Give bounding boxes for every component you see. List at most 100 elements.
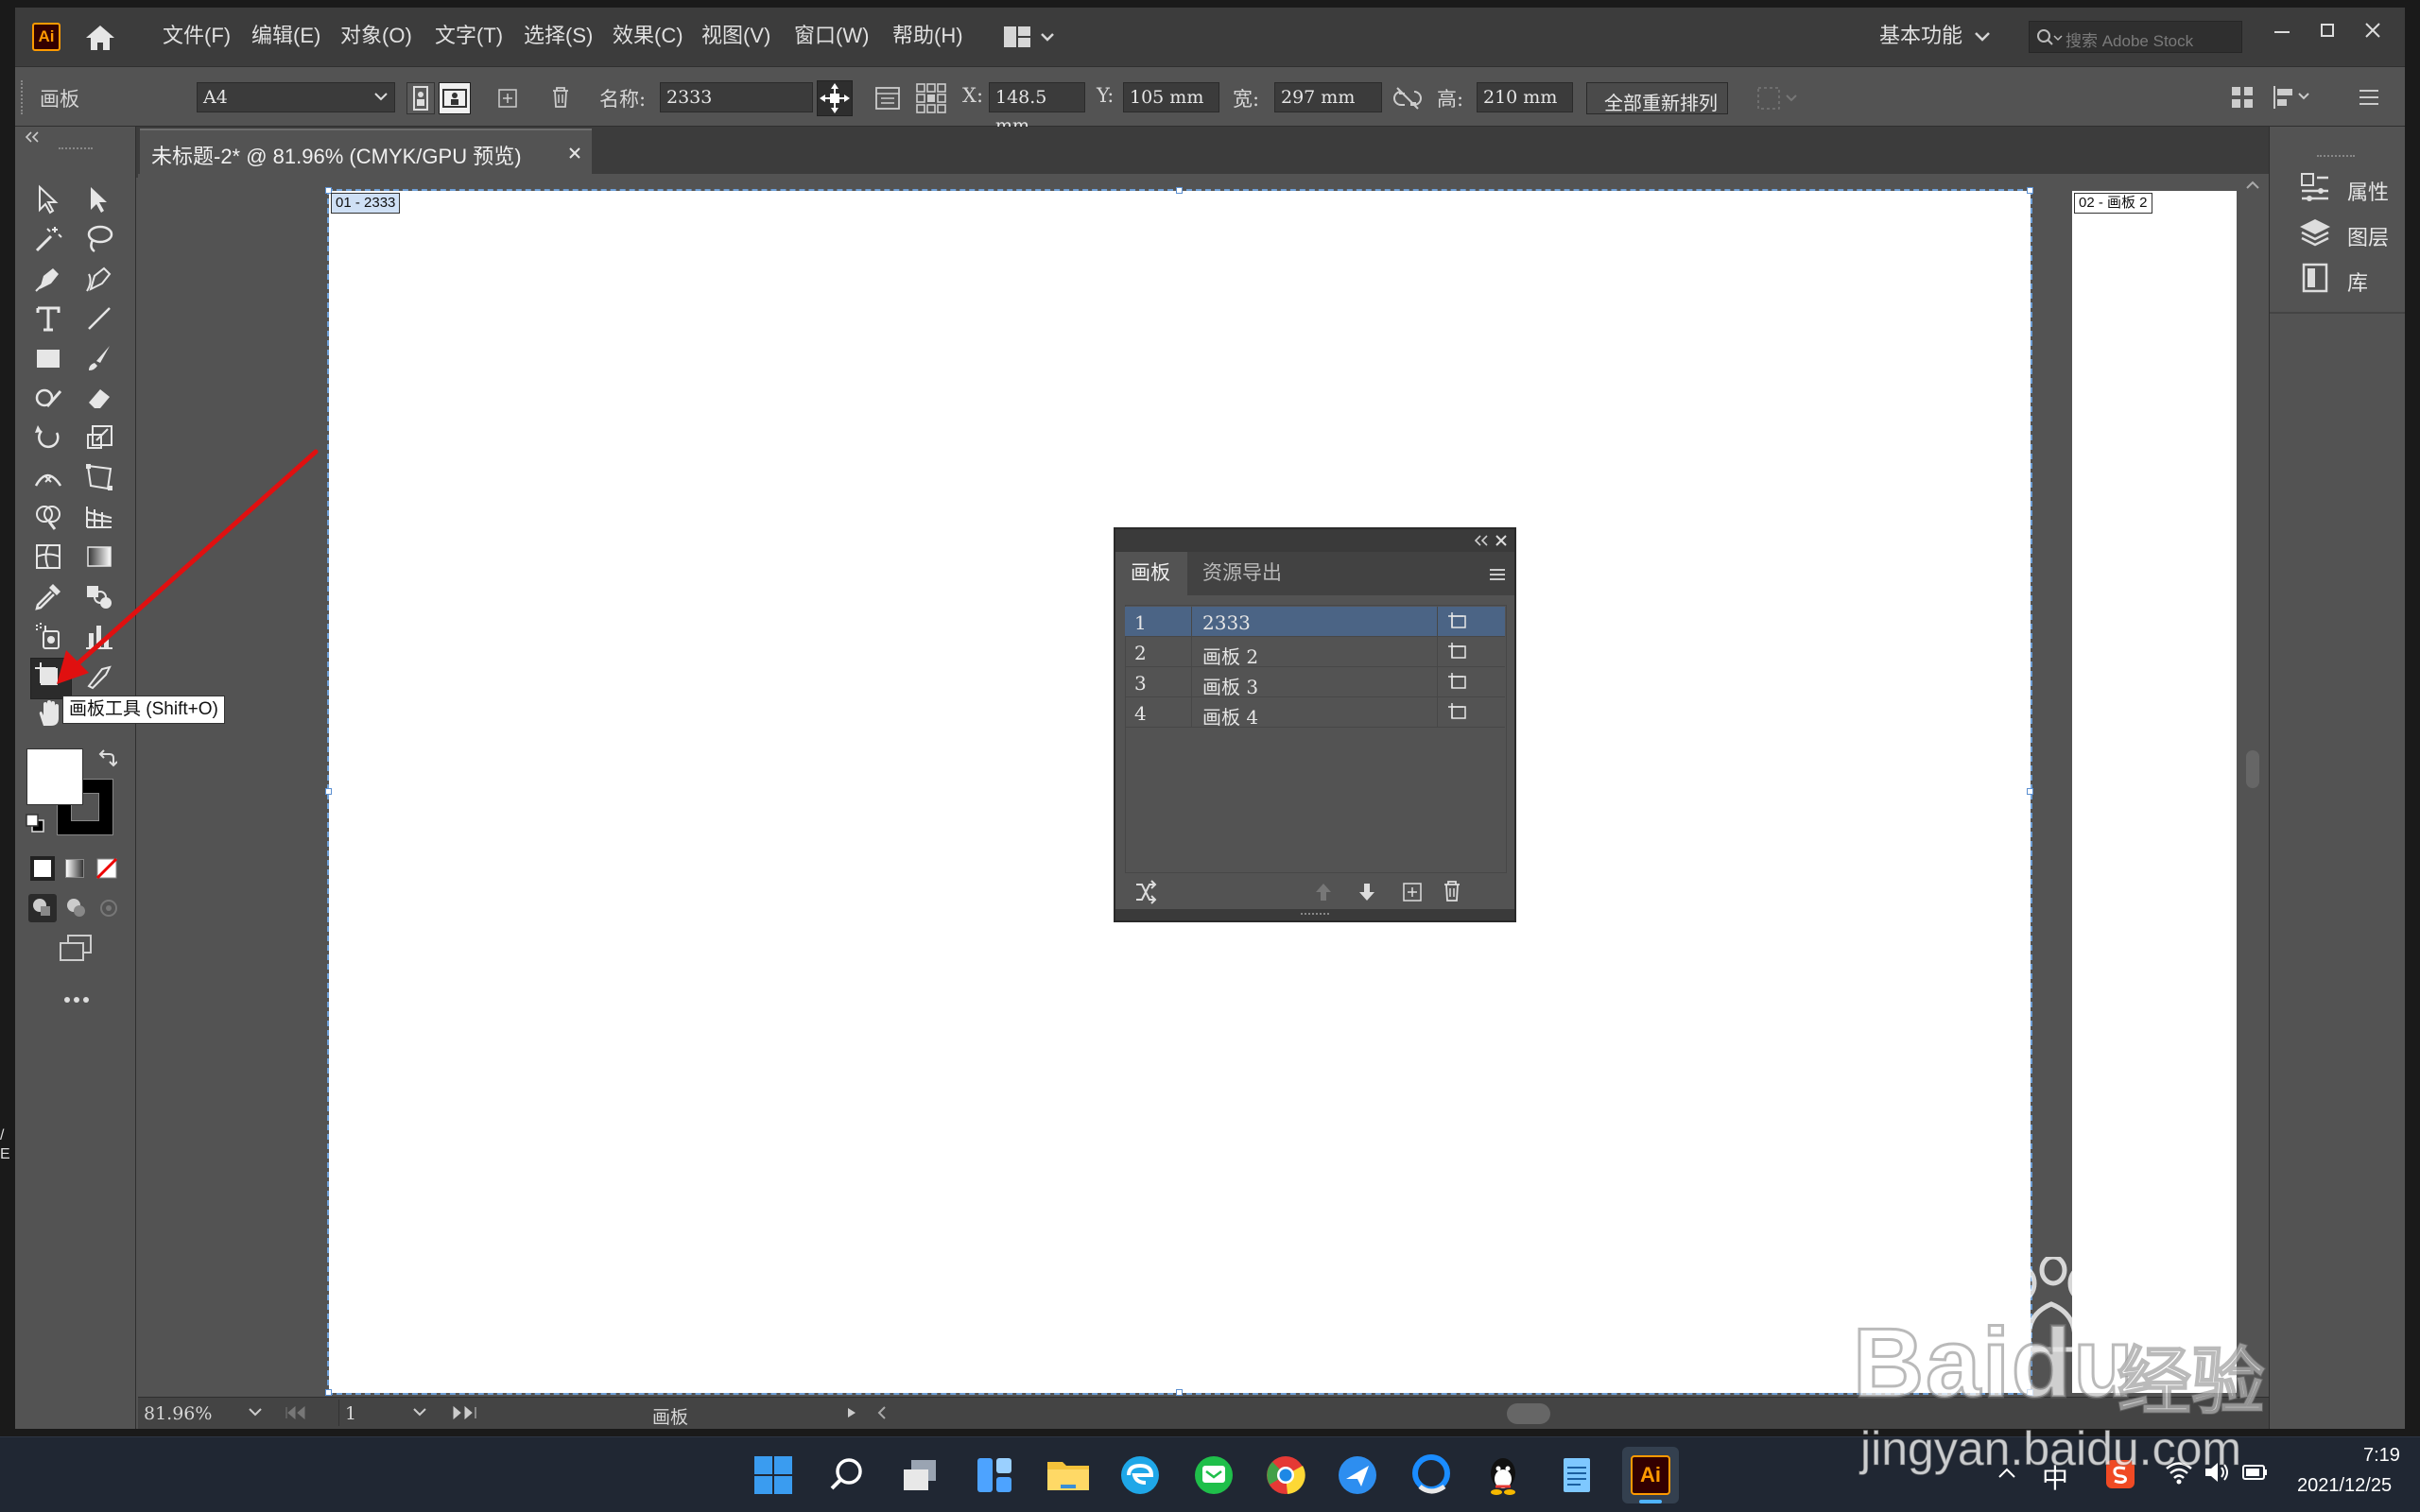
free-transform-tool-icon[interactable] [83,461,121,499]
scroll-up-icon[interactable] [2244,180,2261,191]
reference-point-icon[interactable] [915,82,947,114]
chevron-down-icon[interactable] [412,1407,427,1418]
notepad-icon[interactable] [1552,1451,1601,1500]
draw-inside-icon[interactable] [95,894,123,922]
eraser-tool-icon[interactable] [83,382,121,420]
artboard-options-icon[interactable] [1446,641,1469,663]
height-field[interactable]: 210 mm [1477,82,1573,112]
panel-titlebar[interactable] [1115,529,1514,552]
magic-wand-tool-icon[interactable] [32,223,70,261]
paintbrush-tool-icon[interactable] [83,342,121,380]
hamburger-icon[interactable] [2356,84,2382,111]
tab-artboards[interactable]: 画板 [1115,552,1187,595]
eyedropper-tool-icon[interactable] [32,580,70,618]
move-down-icon[interactable] [1356,881,1378,903]
scrollbar-thumb[interactable] [2246,750,2259,788]
rectangle-tool-icon[interactable] [32,342,70,380]
curvature-tool-icon[interactable] [83,263,121,301]
symbol-sprayer-tool-icon[interactable] [32,620,70,658]
clock-date[interactable]: 2021/12/25 [2297,1475,2392,1497]
menu-select[interactable]: 选择(S) [524,21,593,51]
libraries-panel-button[interactable]: 库 [2298,259,2402,301]
column-graph-tool-icon[interactable] [83,620,121,658]
artboard-row[interactable]: 3 画板 3 [1125,667,1505,698]
x-field[interactable]: 148.5 mm [989,82,1085,136]
type-tool-icon[interactable] [32,302,70,340]
menu-effect[interactable]: 效果(C) [613,21,683,51]
scroll-left-icon[interactable] [875,1405,889,1420]
artboard-options-icon[interactable] [873,84,902,112]
panel-grip[interactable] [2317,155,2355,159]
width-tool-icon[interactable] [32,461,70,499]
move-with-artboard-icon[interactable] [817,80,853,116]
panel-resize-grip[interactable] [1115,909,1514,920]
illustrator-taskbar-icon[interactable]: Ai [1622,1447,1679,1503]
tab-asset-export[interactable]: 资源导出 [1191,552,1295,595]
wechat-icon[interactable] [1189,1451,1238,1500]
edge-browser-icon[interactable] [1115,1451,1165,1500]
layers-panel-button[interactable]: 图层 [2298,214,2402,255]
collapse-toolbar-icon[interactable] [23,130,42,144]
swap-fill-stroke-icon[interactable] [95,748,118,771]
chevron-down-icon[interactable] [248,1407,263,1418]
menu-file[interactable]: 文件(F) [163,21,231,51]
screen-mode-icon[interactable] [57,934,95,964]
file-explorer-icon[interactable] [1044,1451,1093,1500]
artboard-row[interactable]: 2 画板 2 [1125,637,1505,668]
lasso-tool-icon[interactable] [83,223,121,261]
resize-handle[interactable] [2027,187,2033,194]
resize-handle[interactable] [1176,187,1183,194]
line-segment-tool-icon[interactable] [83,302,121,340]
menu-help[interactable]: 帮助(H) [892,21,963,51]
restore-button[interactable] [2308,17,2346,45]
chrome-icon[interactable] [1261,1451,1310,1500]
draw-normal-icon[interactable] [28,894,57,922]
qq-icon[interactable] [1478,1451,1528,1500]
rearrange-artboards-icon[interactable] [1132,879,1159,905]
menu-object[interactable]: 对象(O) [340,21,412,51]
panel-toggle-icon[interactable] [2229,84,2256,111]
search-icon[interactable] [822,1451,872,1500]
resize-handle[interactable] [2027,788,2033,795]
more-tools-icon[interactable] [62,992,91,1005]
new-artboard-icon[interactable] [495,86,520,111]
ai-logo[interactable]: Ai [32,23,60,51]
arrange-documents-icon[interactable] [1002,25,1059,49]
panel-menu-icon[interactable] [1488,567,1507,582]
artboard-row[interactable]: 1 2333 [1125,607,1505,637]
landscape-icon[interactable] [439,82,471,114]
chevron-down-icon[interactable] [1974,30,1993,49]
blend-tool-icon[interactable] [83,580,121,618]
move-up-icon[interactable] [1312,881,1335,903]
align-options-icon[interactable] [1754,84,1802,112]
shape-builder-tool-icon[interactable] [32,501,70,539]
direct-selection-tool-icon[interactable] [83,183,121,221]
minimize-button[interactable] [2263,17,2301,45]
zoom-level[interactable]: 81.96% [144,1403,212,1424]
constrain-proportions-icon[interactable] [1392,86,1424,111]
none-mode-icon[interactable] [95,856,119,881]
portrait-icon[interactable] [406,82,435,114]
artboard-tool-icon[interactable] [30,658,72,699]
scale-tool-icon[interactable] [83,421,121,459]
stock-search-input[interactable]: 搜索 Adobe Stock [2029,21,2242,53]
clock-time[interactable]: 7:19 [2363,1445,2400,1467]
menu-type[interactable]: 文字(T) [435,21,503,51]
gradient-mode-icon[interactable] [62,856,87,881]
new-artboard-icon[interactable] [1401,881,1424,903]
fill-swatch[interactable] [26,748,83,805]
start-icon[interactable] [749,1451,798,1500]
collapse-panel-icon[interactable] [1473,534,1490,547]
draw-behind-icon[interactable] [62,894,91,922]
close-panel-icon[interactable] [1494,534,1509,547]
artboard-options-icon[interactable] [1446,701,1469,724]
workspace-switcher[interactable]: 基本功能 [1879,21,1962,51]
preset-select[interactable]: A4 [197,82,395,112]
home-icon[interactable] [81,21,119,55]
menu-edit[interactable]: 编辑(E) [251,21,320,51]
document-tab[interactable]: 未标题-2* @ 81.96% (CMYK/GPU 预览) [140,129,592,174]
rearrange-all-button[interactable]: 全部重新排列 [1586,82,1728,114]
first-artboard-icon[interactable] [284,1405,316,1420]
width-field[interactable]: 297 mm [1274,82,1382,112]
browser-icon[interactable] [1407,1451,1456,1500]
